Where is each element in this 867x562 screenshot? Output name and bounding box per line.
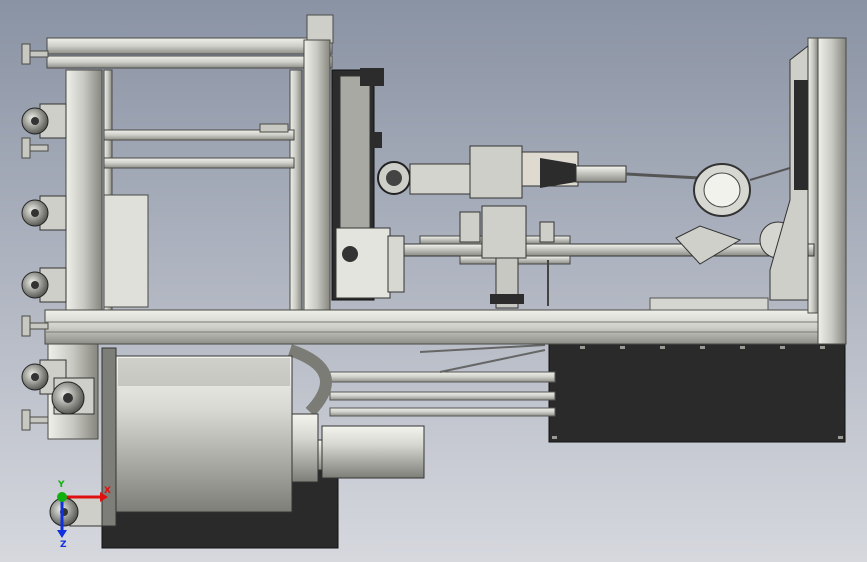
gear-reducer	[321, 425, 425, 479]
middle-beam	[44, 309, 846, 345]
top-beam	[46, 37, 333, 55]
cad-viewport[interactable]: X Y Z	[0, 0, 867, 562]
caster-wheel	[51, 377, 95, 415]
motor-flange	[291, 413, 319, 483]
caster-wheel	[49, 495, 103, 527]
triad-x-label: X	[104, 486, 111, 496]
triad-y-label: Y	[57, 480, 65, 490]
right-electrical-panel	[548, 343, 846, 443]
assembly-drawing[interactable]: X Y Z	[0, 0, 867, 562]
top-bracket	[306, 14, 334, 44]
right-frame-column	[817, 37, 847, 345]
triad-z-label: Z	[60, 540, 67, 550]
